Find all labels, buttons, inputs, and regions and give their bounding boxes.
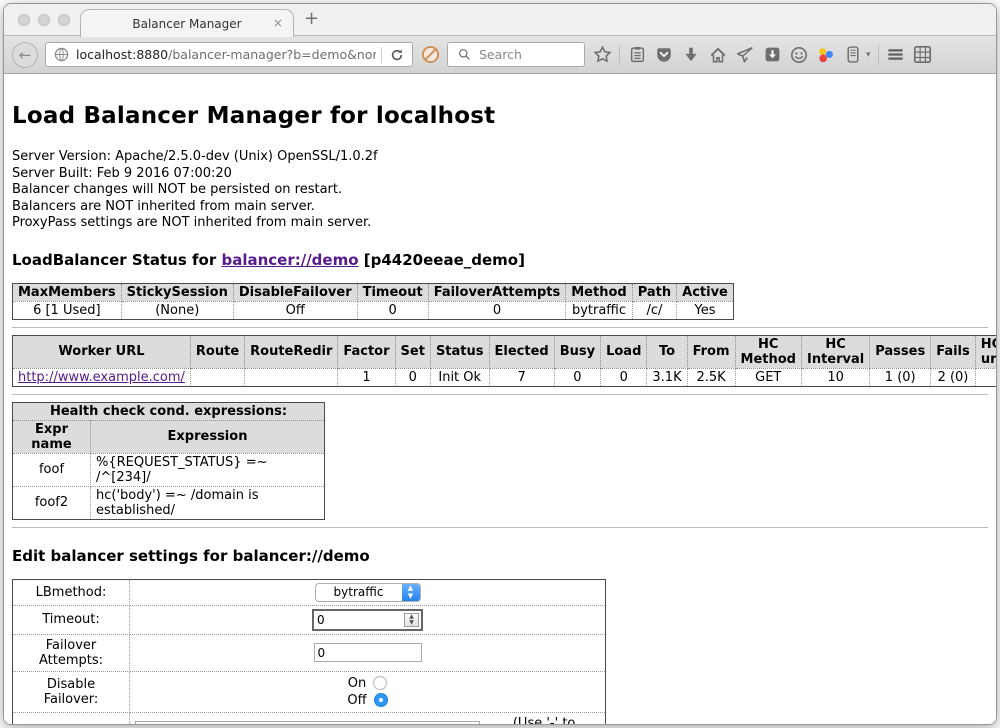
page-title: Load Balancer Manager for localhost [12, 103, 988, 129]
home-icon[interactable] [708, 45, 728, 65]
table-header-row: Worker URL Route RouteRedir Factor Set S… [13, 335, 997, 368]
lbmethod-label: LBmethod: [13, 579, 130, 605]
new-tab-button[interactable]: + [304, 10, 319, 28]
save-page-icon[interactable] [762, 45, 782, 65]
tab-close-icon[interactable]: × [273, 16, 283, 30]
divider [12, 527, 988, 528]
notice-persist: Balancer changes will NOT be persisted o… [12, 182, 988, 199]
tab-balancer-manager[interactable]: Balancer Manager × [80, 9, 294, 37]
close-window-button[interactable] [18, 14, 30, 26]
table-title-row: Health check cond. expressions: [13, 402, 325, 420]
table-row: foof2 hc('body') =~ /domain is establish… [13, 486, 325, 519]
pocket-icon[interactable] [654, 45, 674, 65]
radio-on-label: On [348, 675, 366, 692]
sync-device-icon[interactable] [843, 45, 863, 65]
worker-table: Worker URL Route RouteRedir Factor Set S… [12, 335, 996, 387]
url-text[interactable]: localhost:8880/balancer-manager?b=demo&n… [76, 47, 376, 62]
server-built: Server Built: Feb 9 2016 07:00:20 [12, 166, 988, 183]
globe-icon [51, 45, 71, 65]
bookmark-star-icon[interactable] [592, 45, 612, 65]
notice-inherit-proxypass: ProxyPass settings are NOT inherited fro… [12, 215, 988, 232]
failover-attempts-input[interactable] [314, 643, 422, 662]
browser-window: Balancer Manager × + ← localhost:8880/ba… [3, 3, 997, 725]
content-block-icon[interactable] [420, 45, 440, 65]
timeout-label: Timeout: [13, 605, 130, 634]
divider [12, 327, 988, 328]
sticky-session-input[interactable] [135, 721, 480, 725]
downloads-icon[interactable] [681, 45, 701, 65]
sticky-session-label: Sticky Session: [13, 712, 130, 725]
disable-failover-off-radio[interactable] [374, 693, 388, 707]
health-check-table: Health check cond. expressions: Expr nam… [12, 402, 325, 520]
search-placeholder: Search [479, 47, 522, 62]
table-header-row: Expr name Expression [13, 420, 325, 453]
lbmethod-select[interactable]: bytraffic ▲▼ [315, 583, 421, 602]
failover-attempts-label: Failover Attempts: [13, 634, 130, 671]
divider [12, 394, 988, 395]
timeout-row: Timeout: ▲▼ [13, 605, 606, 634]
zoom-window-button[interactable] [58, 14, 70, 26]
edit-settings-heading: Edit balancer settings for balancer://de… [12, 547, 988, 565]
sticky-session-note: (Use '-' to delete) [488, 716, 600, 725]
timeout-input-wrap: ▲▼ [312, 609, 423, 631]
disable-failover-row: Disable Failover: On Off [13, 671, 606, 712]
edit-balancer-form: LBmethod: bytraffic ▲▼ Timeout: ▲▼ [12, 579, 606, 725]
disable-failover-label: Disable Failover: [13, 671, 130, 712]
table-row: 6 [1 Used] (None) Off 0 0 bytraffic /c/ … [13, 301, 734, 319]
navigation-toolbar: ← localhost:8880/balancer-manager?b=demo… [4, 36, 996, 74]
worker-url-link[interactable]: http://www.example.com/ [18, 370, 185, 385]
balancer-link[interactable]: balancer://demo [221, 251, 358, 269]
page-content: Load Balancer Manager for localhost Serv… [4, 74, 996, 725]
table-header-row: MaxMembers StickySession DisableFailover… [13, 283, 734, 301]
timeout-input[interactable] [314, 611, 402, 629]
url-bar[interactable]: localhost:8880/balancer-manager?b=demo&n… [45, 42, 413, 67]
feedback-smiley-icon[interactable] [789, 45, 809, 65]
window-controls [18, 14, 70, 26]
tab-title: Balancer Manager [132, 17, 241, 31]
hello-dots-icon[interactable] [816, 45, 836, 65]
reading-list-icon[interactable] [627, 45, 647, 65]
back-button[interactable]: ← [12, 42, 38, 68]
search-bar[interactable]: Search [447, 42, 585, 67]
balancer-status-table: MaxMembers StickySession DisableFailover… [12, 283, 734, 320]
server-version: Server Version: Apache/2.5.0-dev (Unix) … [12, 149, 988, 166]
status-heading: LoadBalancer Status for balancer://demo … [12, 251, 988, 269]
tiles-icon[interactable] [913, 45, 933, 65]
lbmethod-row: LBmethod: bytraffic ▲▼ [13, 579, 606, 605]
reload-icon[interactable] [387, 45, 407, 65]
radio-off-label: Off [347, 692, 366, 709]
table-row: http://www.example.com/ 1 0 Init Ok 7 0 … [13, 368, 997, 386]
search-icon [454, 45, 474, 65]
tab-bar: Balancer Manager × + [4, 4, 996, 36]
sticky-session-row: Sticky Session: (Use '-' to delete) [13, 712, 606, 725]
table-row: foof %{REQUEST_STATUS} =~ /^[234]/ [13, 453, 325, 486]
disable-failover-on-radio[interactable] [373, 676, 387, 690]
send-icon[interactable] [735, 45, 755, 65]
minimize-window-button[interactable] [38, 14, 50, 26]
notice-inherit-balancers: Balancers are NOT inherited from main se… [12, 199, 988, 216]
chevron-down-icon[interactable]: ▾ [866, 50, 871, 60]
failover-attempts-row: Failover Attempts: [13, 634, 606, 671]
menu-icon[interactable] [886, 45, 906, 65]
select-stepper-icon: ▲▼ [402, 583, 420, 602]
number-spinner-icon[interactable]: ▲▼ [404, 613, 419, 627]
